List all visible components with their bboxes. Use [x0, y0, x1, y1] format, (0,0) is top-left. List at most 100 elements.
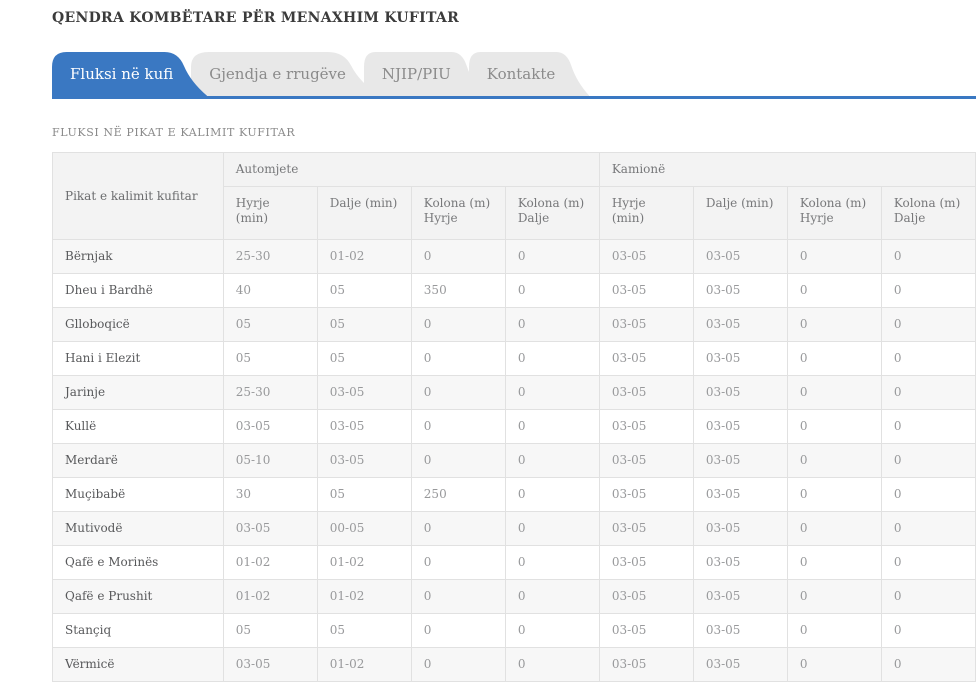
tab-bar: Fluksi në kufi Gjendja e rrugëve NJIP/PI… — [52, 52, 976, 99]
cell-kamion-kolona-dalje: 0 — [880, 647, 977, 682]
cell-kamion-dalje: 03-05 — [692, 579, 788, 614]
tab-label: Fluksi në kufi — [70, 65, 174, 83]
cell-auto-kolona-dalje: 0 — [504, 647, 600, 682]
cell-auto-kolona-dalje: 0 — [504, 443, 600, 478]
tab-label: Gjendja e rrugëve — [209, 65, 346, 83]
cell-kamion-kolona-hyrje: 0 — [786, 477, 882, 512]
tab-kontakte[interactable]: Kontakte — [468, 52, 590, 96]
cell-auto-kolona-dalje: 0 — [504, 273, 600, 308]
column-header-crossing-points: Pikat e kalimit kufitar — [52, 152, 224, 240]
cell-kamion-hyrje: 03-05 — [598, 273, 694, 308]
cell-kamion-kolona-dalje: 0 — [880, 545, 977, 580]
table-row: Jarinje 25-30 03-05 0 0 03-05 03-05 0 0 — [52, 375, 977, 410]
cell-auto-kolona-dalje: 0 — [504, 375, 600, 410]
cell-kamion-dalje: 03-05 — [692, 341, 788, 376]
table-body: Bërnjak 25-30 01-02 0 0 03-05 03-05 0 0 … — [52, 239, 977, 682]
cell-kamion-kolona-dalje: 0 — [880, 511, 977, 546]
tab-njip-piu[interactable]: NJIP/PIU — [363, 52, 485, 96]
cell-kamion-kolona-dalje: 0 — [880, 579, 977, 614]
table-row: Stançiq 05 05 0 0 03-05 03-05 0 0 — [52, 613, 977, 648]
table-row: Muçibabë 30 05 250 0 03-05 03-05 0 0 — [52, 477, 977, 512]
table-row: Kullë 03-05 03-05 0 0 03-05 03-05 0 0 — [52, 409, 977, 444]
tab-label: Kontakte — [486, 65, 556, 83]
crossing-point-name: Qafë e Morinës — [52, 545, 224, 580]
crossing-point-name: Muçibabë — [52, 477, 224, 512]
cell-auto-kolona-hyrje: 0 — [410, 409, 506, 444]
crossing-point-name: Hani i Elezit — [52, 341, 224, 376]
cell-auto-kolona-dalje: 0 — [504, 579, 600, 614]
cell-auto-kolona-hyrje: 350 — [410, 273, 506, 308]
cell-kamion-dalje: 03-05 — [692, 511, 788, 546]
crossing-point-name: Bërnjak — [52, 239, 224, 274]
cell-kamion-hyrje: 03-05 — [598, 375, 694, 410]
table-row: Bërnjak 25-30 01-02 0 0 03-05 03-05 0 0 — [52, 239, 977, 274]
cell-auto-hyrje: 40 — [222, 273, 318, 308]
cell-auto-kolona-hyrje: 0 — [410, 443, 506, 478]
cell-kamion-kolona-dalje: 0 — [880, 375, 977, 410]
cell-kamion-dalje: 03-05 — [692, 239, 788, 274]
crossing-point-name: Stançiq — [52, 613, 224, 648]
cell-kamion-kolona-hyrje: 0 — [786, 579, 882, 614]
cell-kamion-kolona-hyrje: 0 — [786, 409, 882, 444]
cell-kamion-dalje: 03-05 — [692, 613, 788, 648]
crossing-point-name: Jarinje — [52, 375, 224, 410]
table-row: Mutivodë 03-05 00-05 0 0 03-05 03-05 0 0 — [52, 511, 977, 546]
column-header-kamion-kolona-hyrje: Kolona (m) Hyrje — [786, 186, 882, 240]
column-header-kamion-dalje-min: Dalje (min) — [692, 186, 788, 240]
table-row: Dheu i Bardhë 40 05 350 0 03-05 03-05 0 … — [52, 273, 977, 308]
cell-auto-dalje: 03-05 — [316, 375, 412, 410]
column-header-auto-hyrje-min: Hyrje (min) — [222, 186, 318, 240]
cell-auto-kolona-dalje: 0 — [504, 613, 600, 648]
cell-auto-dalje: 05 — [316, 273, 412, 308]
page: QENDRA KOMBËTARE PËR MENAXHIM KUFITAR Fl… — [0, 0, 980, 687]
crossing-point-name: Glloboqicë — [52, 307, 224, 342]
column-group-automjete: Automjete — [222, 152, 600, 187]
cell-kamion-hyrje: 03-05 — [598, 545, 694, 580]
cell-auto-kolona-hyrje: 0 — [410, 613, 506, 648]
cell-kamion-dalje: 03-05 — [692, 307, 788, 342]
crossing-point-name: Mutivodë — [52, 511, 224, 546]
page-title: QENDRA KOMBËTARE PËR MENAXHIM KUFITAR — [52, 10, 460, 26]
cell-auto-hyrje: 05 — [222, 341, 318, 376]
cell-kamion-dalje: 03-05 — [692, 443, 788, 478]
cell-auto-hyrje: 30 — [222, 477, 318, 512]
table-row: Vërmicë 03-05 01-02 0 0 03-05 03-05 0 0 — [52, 647, 977, 682]
cell-kamion-kolona-hyrje: 0 — [786, 239, 882, 274]
cell-kamion-kolona-hyrje: 0 — [786, 375, 882, 410]
cell-auto-hyrje: 05 — [222, 613, 318, 648]
cell-auto-kolona-dalje: 0 — [504, 239, 600, 274]
cell-auto-dalje: 05 — [316, 477, 412, 512]
cell-auto-dalje: 01-02 — [316, 545, 412, 580]
cell-auto-kolona-dalje: 0 — [504, 409, 600, 444]
crossing-point-name: Merdarë — [52, 443, 224, 478]
crossing-point-name: Qafë e Prushit — [52, 579, 224, 614]
crossing-point-name: Dheu i Bardhë — [52, 273, 224, 308]
column-header-auto-kolona-hyrje: Kolona (m) Hyrje — [410, 186, 506, 240]
cell-kamion-hyrje: 03-05 — [598, 443, 694, 478]
cell-auto-hyrje: 25-30 — [222, 239, 318, 274]
table-row: Merdarë 05-10 03-05 0 0 03-05 03-05 0 0 — [52, 443, 977, 478]
cell-auto-dalje: 01-02 — [316, 239, 412, 274]
cell-kamion-hyrje: 03-05 — [598, 307, 694, 342]
cell-auto-kolona-dalje: 0 — [504, 477, 600, 512]
cell-auto-kolona-hyrje: 0 — [410, 579, 506, 614]
cell-kamion-kolona-dalje: 0 — [880, 239, 977, 274]
cell-auto-kolona-hyrje: 0 — [410, 375, 506, 410]
tab-gjendja-e-rrugeve[interactable]: Gjendja e rrugëve — [191, 52, 380, 96]
column-header-auto-dalje-min: Dalje (min) — [316, 186, 412, 240]
cell-auto-kolona-hyrje: 0 — [410, 545, 506, 580]
cell-kamion-kolona-dalje: 0 — [880, 341, 977, 376]
cell-kamion-kolona-dalje: 0 — [880, 307, 977, 342]
cell-auto-hyrje: 05-10 — [222, 443, 318, 478]
cell-kamion-hyrje: 03-05 — [598, 613, 694, 648]
cell-kamion-kolona-dalje: 0 — [880, 477, 977, 512]
cell-auto-dalje: 03-05 — [316, 409, 412, 444]
cell-auto-kolona-dalje: 0 — [504, 307, 600, 342]
table-row: Qafë e Prushit 01-02 01-02 0 0 03-05 03-… — [52, 579, 977, 614]
cell-auto-kolona-hyrje: 250 — [410, 477, 506, 512]
tab-fluksi-ne-kufi[interactable]: Fluksi në kufi — [52, 52, 208, 96]
cell-kamion-kolona-dalje: 0 — [880, 613, 977, 648]
cell-kamion-hyrje: 03-05 — [598, 647, 694, 682]
cell-auto-hyrje: 01-02 — [222, 545, 318, 580]
cell-auto-hyrje: 05 — [222, 307, 318, 342]
